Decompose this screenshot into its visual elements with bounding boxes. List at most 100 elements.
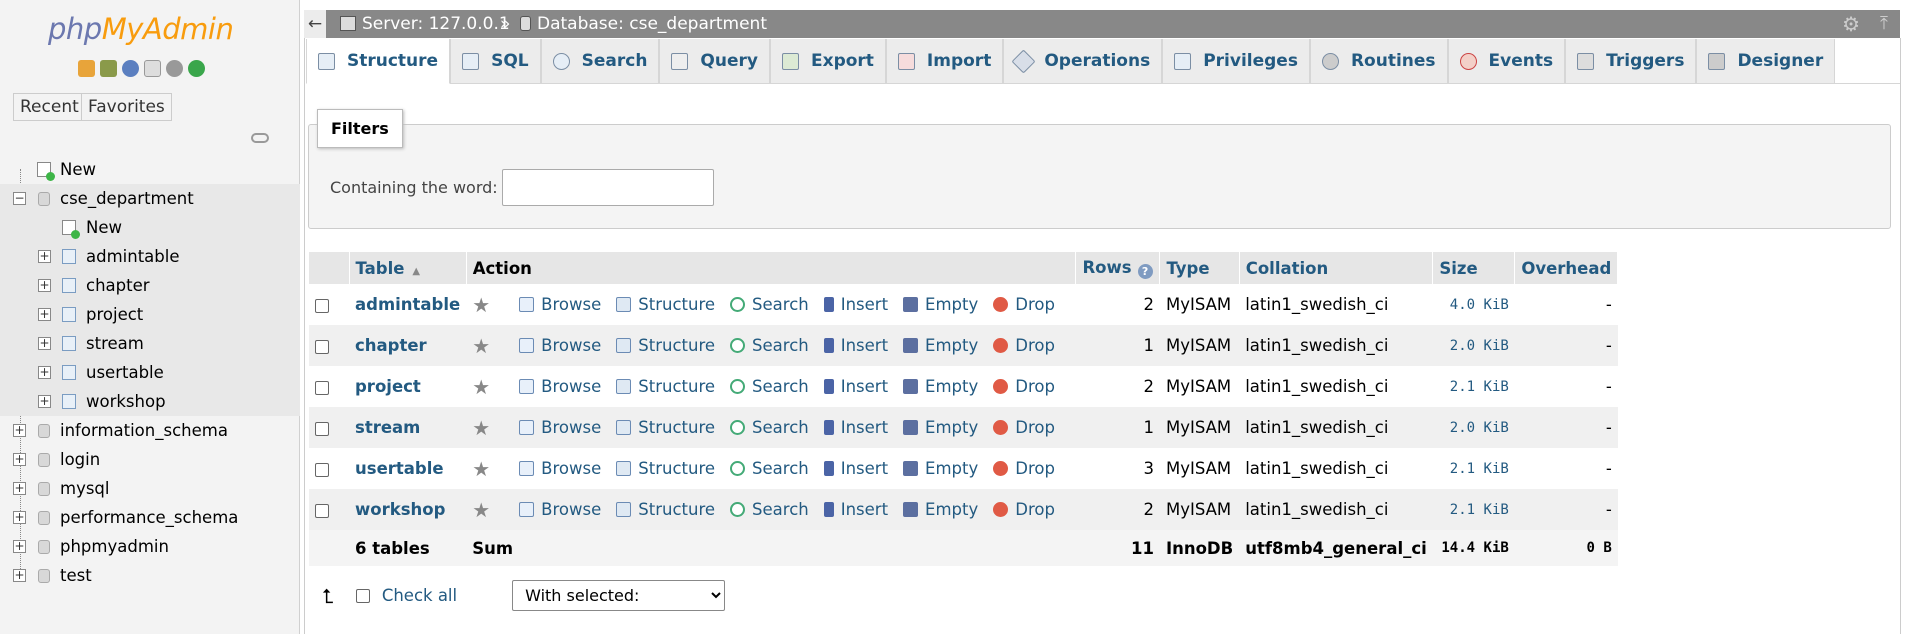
browse-button[interactable]: Browse [519,500,601,519]
row-size[interactable]: 2.1 KiB [1432,448,1515,489]
expand-icon[interactable]: + [13,511,26,524]
browse-button[interactable]: Browse [519,377,601,396]
expand-icon[interactable]: + [38,250,51,263]
docs-icon[interactable] [144,60,161,77]
empty-button[interactable]: Empty [903,295,978,314]
tree-item-workshop[interactable]: + workshop [0,387,300,416]
check-all-checkbox[interactable] [355,588,370,603]
expand-icon[interactable]: + [38,395,51,408]
expand-icon[interactable]: + [38,308,51,321]
table-name-link[interactable]: workshop [349,489,467,530]
row-checkbox[interactable] [315,462,329,477]
row-checkbox[interactable] [315,339,329,354]
search-button[interactable]: Search [730,336,809,355]
tab-operations[interactable]: Operations [1003,39,1163,84]
favorite-star-icon[interactable]: ★ [472,498,490,522]
search-button[interactable]: Search [730,295,809,314]
drop-button[interactable]: Drop [993,418,1055,437]
expand-icon[interactable]: + [13,569,26,582]
search-button[interactable]: Search [730,418,809,437]
drop-button[interactable]: Drop [993,500,1055,519]
tab-import[interactable]: Import [885,39,1004,84]
table-name-link[interactable]: project [349,366,467,407]
tab-designer[interactable]: Designer [1696,39,1836,84]
empty-button[interactable]: Empty [903,500,978,519]
drop-button[interactable]: Drop [993,459,1055,478]
tree-item-cse-department[interactable]: − cse_department [0,184,300,213]
favorite-star-icon[interactable]: ★ [472,457,490,481]
expand-icon[interactable]: + [38,366,51,379]
tree-item-performance-schema[interactable]: + performance_schema [0,503,300,532]
row-checkbox[interactable] [315,380,329,395]
browse-button[interactable]: Browse [519,295,601,314]
empty-button[interactable]: Empty [903,377,978,396]
tab-query[interactable]: Query [659,39,770,84]
structure-button[interactable]: Structure [616,459,715,478]
favorite-star-icon[interactable]: ★ [472,375,490,399]
check-all-label[interactable]: Check all [382,586,457,605]
with-selected-select[interactable]: With selected: [512,580,726,611]
structure-button[interactable]: Structure [616,295,715,314]
table-name-link[interactable]: usertable [349,448,467,489]
tab-events[interactable]: Events [1447,39,1566,84]
header-overhead[interactable]: Overhead [1514,252,1619,284]
favorite-star-icon[interactable]: ★ [472,293,490,317]
phpmyadmin-logo[interactable]: phpMyAdmin [48,12,234,46]
favorites-button[interactable]: Favorites [81,93,172,121]
recent-button[interactable]: Recent [13,93,86,121]
tab-routines[interactable]: Routines [1309,39,1448,84]
tree-item-stream[interactable]: + stream [0,329,300,358]
row-checkbox[interactable] [315,421,329,436]
insert-button[interactable]: Insert [823,295,888,314]
tree-item-phpmyadmin[interactable]: + phpmyadmin [0,532,300,561]
row-size[interactable]: 2.0 KiB [1432,325,1515,366]
collapse-icon[interactable]: − [13,192,26,205]
reload-icon[interactable] [188,60,205,77]
table-name-link[interactable]: chapter [349,325,467,366]
structure-button[interactable]: Structure [616,500,715,519]
insert-button[interactable]: Insert [823,459,888,478]
insert-button[interactable]: Insert [823,418,888,437]
gear-icon[interactable]: ⚙ [1842,10,1860,38]
table-name-link[interactable]: admintable [349,284,467,325]
drop-button[interactable]: Drop [993,295,1055,314]
help-icon[interactable]: ? [1137,263,1153,279]
tree-item-new[interactable]: New [0,155,300,184]
row-size[interactable]: 2.1 KiB [1432,489,1515,530]
search-button[interactable]: Search [730,500,809,519]
insert-button[interactable]: Insert [823,500,888,519]
filter-input[interactable] [502,169,714,206]
expand-icon[interactable]: + [38,279,51,292]
collapse-top-icon[interactable]: ⤒ [1880,10,1888,38]
browse-button[interactable]: Browse [519,459,601,478]
header-rows[interactable]: Rows? [1075,252,1161,284]
structure-button[interactable]: Structure [616,336,715,355]
expand-icon[interactable]: + [13,453,26,466]
tree-item-project[interactable]: + project [0,300,300,329]
tab-sql[interactable]: SQL [450,39,541,84]
empty-button[interactable]: Empty [903,336,978,355]
tab-search[interactable]: Search [540,39,660,84]
row-size[interactable]: 4.0 KiB [1432,284,1515,325]
home-icon[interactable] [78,60,95,77]
tab-export[interactable]: Export [769,39,886,84]
header-collation[interactable]: Collation [1239,252,1434,284]
browse-button[interactable]: Browse [519,418,601,437]
collapse-nav-button[interactable]: ← [304,10,326,38]
tab-privileges[interactable]: Privileges [1162,39,1310,84]
tree-item-test[interactable]: + test [0,561,300,590]
help-icon[interactable] [122,60,139,77]
tree-item-chapter[interactable]: + chapter [0,271,300,300]
tree-item-admintable[interactable]: + admintable [0,242,300,271]
drop-button[interactable]: Drop [993,336,1055,355]
empty-button[interactable]: Empty [903,418,978,437]
search-button[interactable]: Search [730,459,809,478]
tree-item-mysql[interactable]: + mysql [0,474,300,503]
logout-icon[interactable] [100,60,117,77]
row-checkbox[interactable] [315,298,329,313]
header-size[interactable]: Size [1432,252,1516,284]
favorite-star-icon[interactable]: ★ [472,334,490,358]
tree-item-login[interactable]: + login [0,445,300,474]
row-size[interactable]: 2.0 KiB [1432,407,1515,448]
structure-button[interactable]: Structure [616,377,715,396]
